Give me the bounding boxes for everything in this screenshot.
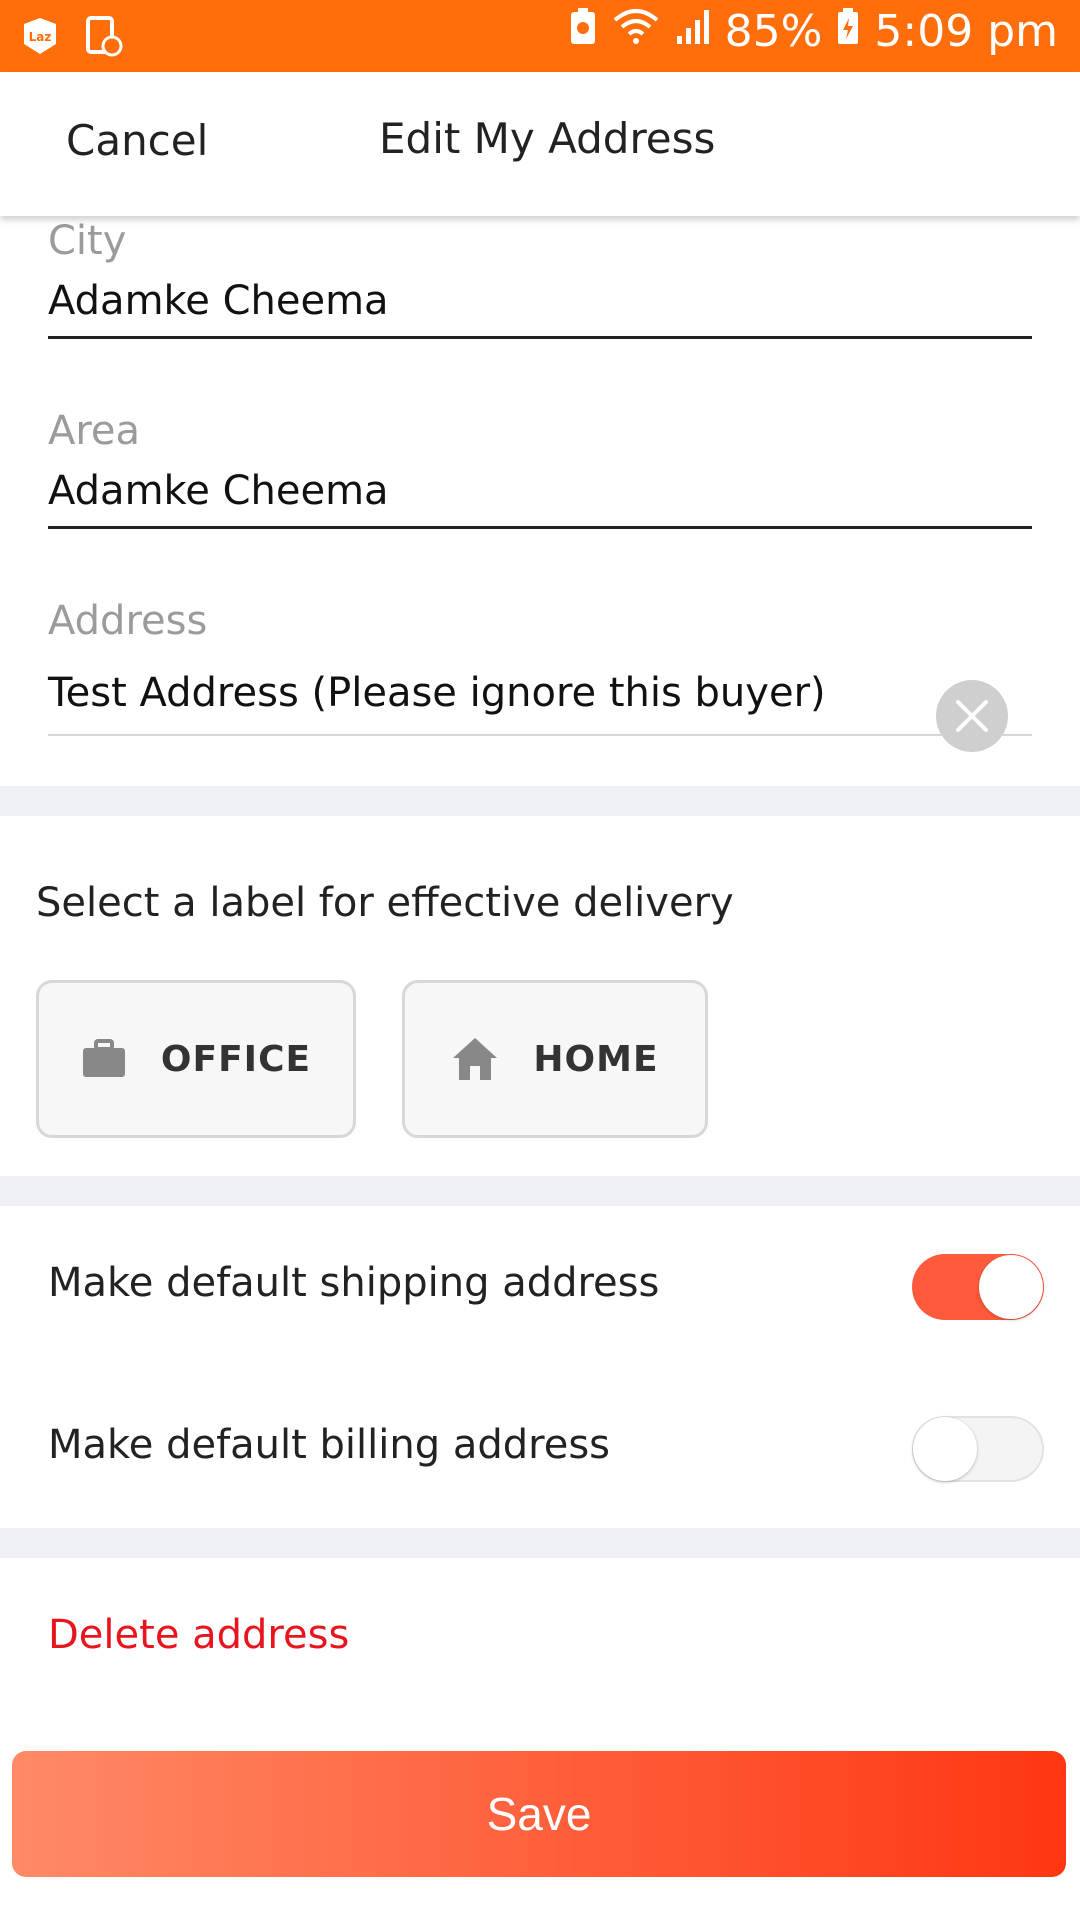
address-input[interactable]: Test Address (Please ignore this buyer) (48, 670, 1032, 716)
city-input[interactable]: Adamke Cheema (48, 278, 1032, 324)
default-billing-row: Make default billing address (48, 1422, 1048, 1468)
area-label: Area (48, 408, 141, 454)
toggle-knob (913, 1417, 977, 1481)
page-title: Edit My Address (379, 114, 716, 163)
default-shipping-row: Make default shipping address (48, 1260, 1048, 1306)
lazada-app-icon: Laz (18, 14, 62, 62)
status-bar: Laz 85% 5:09 pm (0, 0, 1080, 72)
svg-text:Laz: Laz (29, 30, 52, 44)
label-section-title: Select a label for effective delivery (36, 880, 734, 926)
section-divider (0, 1528, 1080, 1558)
area-underline (48, 526, 1032, 529)
default-billing-toggle[interactable] (912, 1416, 1044, 1482)
battery-charging-icon (836, 6, 860, 57)
section-divider (0, 786, 1080, 816)
cancel-button[interactable]: Cancel (66, 116, 208, 165)
default-shipping-label: Make default shipping address (48, 1260, 660, 1306)
home-label-button[interactable]: HOME (402, 980, 708, 1138)
briefcase-icon (82, 1039, 125, 1077)
default-shipping-toggle[interactable] (912, 1254, 1044, 1320)
screen-record-icon (84, 14, 124, 62)
city-underline (48, 336, 1032, 339)
home-label: HOME (533, 1038, 659, 1080)
address-label: Address (48, 598, 208, 644)
address-field[interactable]: Address Test Address (Please ignore this… (48, 598, 1032, 752)
home-icon (453, 1038, 498, 1080)
address-underline (48, 734, 1032, 736)
battery-saver-icon (569, 6, 597, 57)
save-button[interactable]: Save (12, 1751, 1066, 1877)
clock: 5:09 pm (874, 6, 1058, 57)
office-label-button[interactable]: OFFICE (36, 980, 356, 1138)
delete-address-button[interactable]: Delete address (48, 1612, 349, 1658)
header: Cancel Edit My Address (0, 72, 1080, 216)
city-label: City (48, 218, 127, 264)
default-billing-label: Make default billing address (48, 1422, 610, 1468)
city-field[interactable]: City Adamke Cheema (48, 218, 1032, 339)
toggle-knob (979, 1255, 1043, 1319)
area-field[interactable]: Area Adamke Cheema (48, 408, 1032, 529)
clear-address-button[interactable] (936, 680, 1008, 752)
battery-percent: 85% (724, 6, 823, 57)
close-icon (956, 700, 988, 732)
area-input[interactable]: Adamke Cheema (48, 468, 1032, 514)
section-divider (0, 1176, 1080, 1206)
wifi-icon (611, 6, 661, 57)
signal-icon (675, 6, 711, 57)
office-label: OFFICE (160, 1038, 312, 1080)
